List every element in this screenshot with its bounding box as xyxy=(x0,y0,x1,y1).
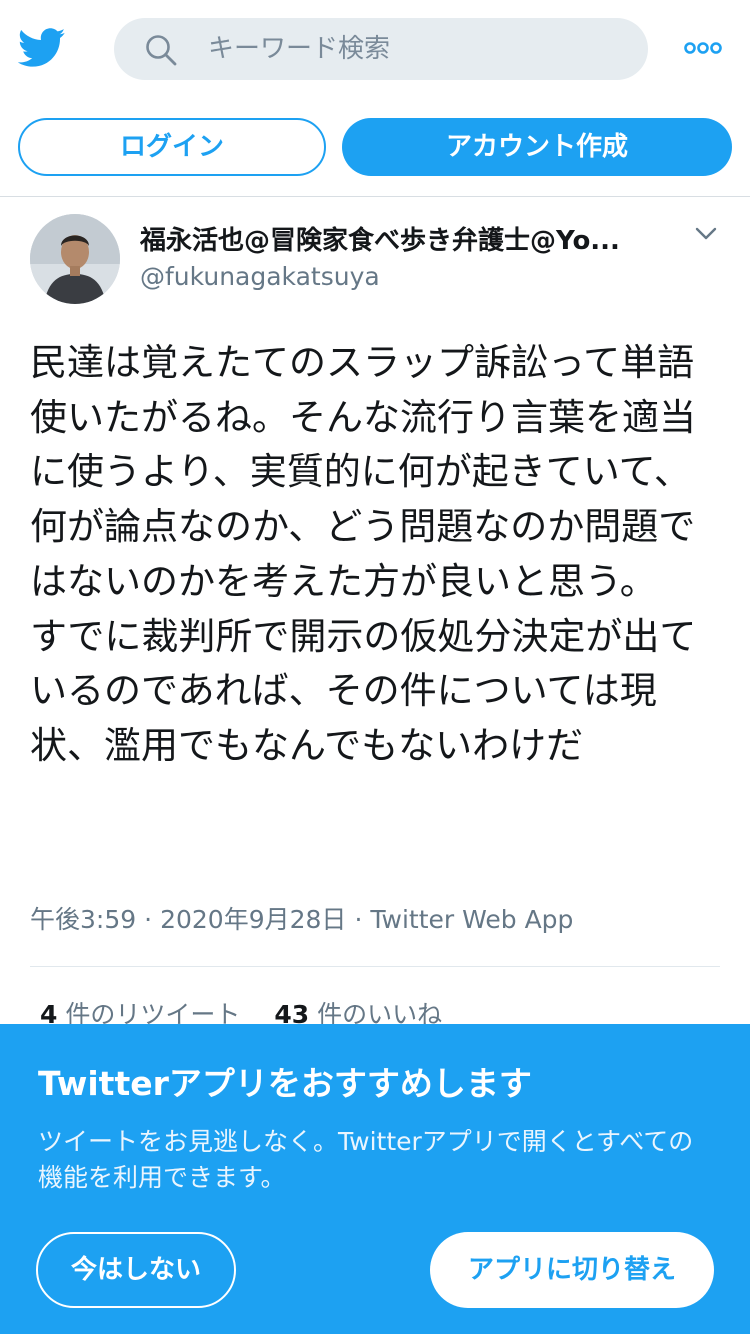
app-promo-banner: Twitterアプリをおすすめします ツイートをお見逃しなく。Twitterアプ… xyxy=(0,1024,750,1334)
separator: · xyxy=(354,905,363,934)
tweet-meta: 午後3:59 · 2020年9月28日 · Twitter Web App xyxy=(30,902,573,938)
search-input[interactable]: キーワード検索 xyxy=(208,33,390,65)
chevron-down-icon[interactable] xyxy=(694,226,718,242)
twitter-bird-icon[interactable] xyxy=(18,28,66,68)
banner-title: Twitterアプリをおすすめします xyxy=(38,1064,532,1103)
display-name[interactable]: 福永活也@冒険家食べ歩き弁護士@Yo... xyxy=(140,224,660,258)
not-now-button[interactable]: 今はしない xyxy=(36,1232,236,1308)
tweet-source[interactable]: Twitter Web App xyxy=(370,905,573,934)
login-button[interactable]: ログイン xyxy=(18,118,326,176)
more-options-icon[interactable] xyxy=(684,40,722,56)
search-icon xyxy=(146,35,177,66)
search-bar[interactable]: キーワード検索 xyxy=(114,18,648,80)
divider xyxy=(0,196,750,197)
tweet-time[interactable]: 午後3:59 xyxy=(30,905,136,934)
top-bar: キーワード検索 xyxy=(0,0,750,100)
switch-to-app-button[interactable]: アプリに切り替え xyxy=(430,1232,714,1308)
avatar[interactable] xyxy=(30,214,120,304)
signup-button[interactable]: アカウント作成 xyxy=(342,118,732,176)
divider xyxy=(30,966,720,967)
user-handle[interactable]: @fukunagakatsuya xyxy=(140,260,380,294)
tweet-date[interactable]: 2020年9月28日 xyxy=(160,905,346,934)
banner-text: ツイートをお見逃しなく。Twitterアプリで開くとすべての機能を利用できます。 xyxy=(38,1127,694,1192)
avatar-image xyxy=(30,214,120,304)
separator: · xyxy=(144,905,153,934)
tweet-text: 民達は覚えたてのスラップ訴訟って単語使いたがるね。そんな流行り言葉を適当に使うよ… xyxy=(30,341,697,767)
